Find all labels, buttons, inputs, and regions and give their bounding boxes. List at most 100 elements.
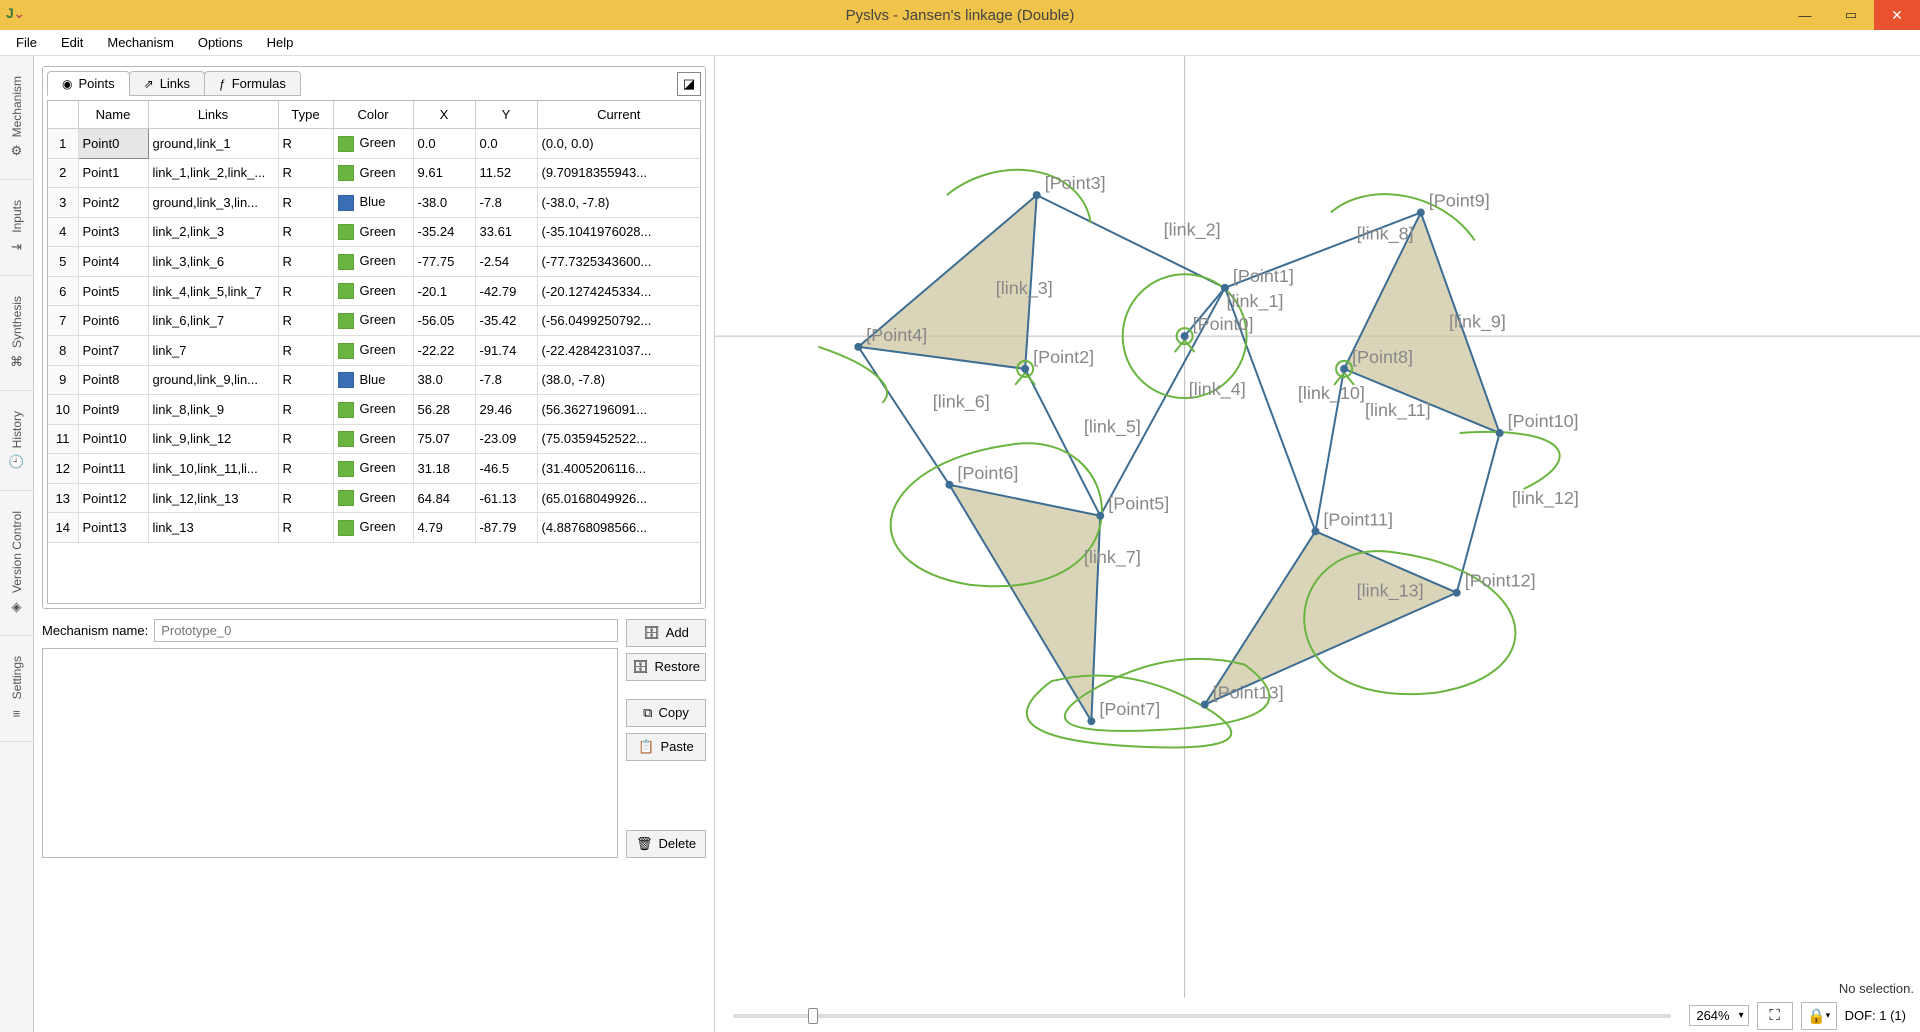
link-label: [link_6]: [933, 391, 990, 412]
formulas-icon: ƒ: [219, 77, 226, 91]
col-header[interactable]: Color: [333, 101, 413, 129]
menu-edit[interactable]: Edit: [51, 32, 93, 53]
mechanism-list[interactable]: [42, 648, 618, 858]
table-row[interactable]: 14Point13link_13RGreen4.79-87.79(4.88768…: [48, 513, 700, 543]
color-swatch: [338, 461, 354, 477]
color-swatch: [338, 136, 354, 152]
col-header[interactable]: Type: [278, 101, 333, 129]
point-label: [Point2]: [1033, 347, 1094, 367]
menu-file[interactable]: File: [6, 32, 47, 53]
table-row[interactable]: 10Point9link_8,link_9RGreen56.2829.46(56…: [48, 395, 700, 425]
points-table[interactable]: NameLinksTypeColorXYCurrent 1Point0groun…: [47, 100, 701, 604]
mechanism-store: Mechanism name: 🗄Add 🗄Restore ⧉Copy 📋Pas…: [42, 619, 706, 858]
point-label: [Point1]: [1233, 266, 1294, 286]
mechanism-canvas[interactable]: [Point0][Point1][Point2][Point3][Point4]…: [715, 56, 1920, 998]
menubar: FileEditMechanismOptionsHelp: [0, 30, 1920, 56]
fit-view-button[interactable]: ⛶: [1757, 1002, 1793, 1030]
link-label: [link_4]: [1189, 379, 1246, 400]
link-label: [link_3]: [996, 278, 1053, 299]
point-label: [Point3]: [1045, 173, 1106, 193]
table-row[interactable]: 2Point1link_1,link_2,link_...RGreen9.611…: [48, 158, 700, 188]
table-row[interactable]: 4Point3link_2,link_3RGreen-35.2433.61(-3…: [48, 217, 700, 247]
sidetab-settings[interactable]: Settings≡: [0, 636, 33, 741]
app-icon: J⌄: [6, 5, 26, 25]
lock-button[interactable]: 🔒▾: [1801, 1002, 1837, 1030]
close-button[interactable]: ✕: [1874, 0, 1920, 30]
minimize-button[interactable]: ―: [1782, 0, 1828, 30]
col-header[interactable]: Current: [537, 101, 700, 129]
tab-points[interactable]: ◉Points: [47, 71, 130, 96]
table-row[interactable]: 9Point8ground,link_9,lin...RBlue38.0-7.8…: [48, 365, 700, 395]
table-row[interactable]: 13Point12link_12,link_13RGreen64.84-61.1…: [48, 483, 700, 513]
color-swatch: [338, 431, 354, 447]
sidetab-inputs[interactable]: Inputs⇥: [0, 180, 33, 276]
points-icon: ◉: [62, 77, 72, 91]
table-row[interactable]: 7Point6link_6,link_7RGreen-56.05-35.42(-…: [48, 306, 700, 336]
point-label: [Point6]: [957, 463, 1018, 483]
collapse-button[interactable]: ◪: [677, 72, 701, 96]
link-label: [link_10]: [1298, 383, 1365, 404]
col-header[interactable]: X: [413, 101, 475, 129]
sidetab-history[interactable]: History🕘: [0, 391, 33, 491]
slider-thumb[interactable]: [808, 1008, 818, 1024]
col-header[interactable]: Links: [148, 101, 278, 129]
restore-button[interactable]: 🗄Restore: [626, 653, 706, 681]
color-swatch: [338, 343, 354, 359]
tab-formulas[interactable]: ƒFormulas: [204, 71, 301, 96]
history-icon: 🕘: [8, 454, 24, 470]
time-slider[interactable]: [733, 1014, 1671, 1018]
mechanism-name-input[interactable]: [154, 619, 618, 642]
menu-mechanism[interactable]: Mechanism: [97, 32, 183, 53]
mechanism-icon: ⚙: [11, 143, 23, 159]
chevron-down-icon: ▾: [1739, 1010, 1744, 1021]
table-row[interactable]: 6Point5link_4,link_5,link_7RGreen-20.1-4…: [48, 276, 700, 306]
link-label: [link_13]: [1357, 580, 1424, 601]
color-swatch: [338, 520, 354, 536]
point-label: [Point7]: [1099, 699, 1160, 719]
database-add-icon: 🗄: [643, 625, 660, 641]
canvas-area[interactable]: [Point0][Point1][Point2][Point3][Point4]…: [714, 56, 1920, 1032]
mechanism-name-label: Mechanism name:: [42, 623, 148, 638]
tab-links[interactable]: ⇗Links: [129, 71, 205, 96]
color-swatch: [338, 165, 354, 181]
points-panel: ◉Points⇗LinksƒFormulas◪ NameLinksTypeCol…: [42, 66, 706, 609]
sidetab-synthesis[interactable]: Synthesis⌘: [0, 276, 33, 391]
color-swatch: [338, 313, 354, 329]
trash-icon: 🗑: [636, 836, 653, 852]
col-header[interactable]: Name: [78, 101, 148, 129]
paste-icon: 📋: [638, 739, 654, 755]
menu-help[interactable]: Help: [257, 32, 304, 53]
sidetab-version-control[interactable]: Version Control◈: [0, 491, 33, 636]
color-swatch: [338, 195, 354, 211]
table-row[interactable]: 5Point4link_3,link_6RGreen-77.75-2.54(-7…: [48, 247, 700, 277]
menu-options[interactable]: Options: [188, 32, 253, 53]
table-row[interactable]: 1Point0ground,link_1RGreen0.00.0(0.0, 0.…: [48, 129, 700, 159]
point-label: [Point11]: [1323, 509, 1393, 529]
copy-button[interactable]: ⧉Copy: [626, 699, 706, 727]
link-label: [link_8]: [1357, 224, 1414, 245]
maximize-button[interactable]: ▭: [1828, 0, 1874, 30]
point-label: [Point5]: [1108, 494, 1169, 514]
sidetab-mechanism[interactable]: Mechanism⚙: [0, 56, 33, 180]
zoom-select[interactable]: 264%▾: [1689, 1005, 1748, 1026]
table-row[interactable]: 11Point10link_9,link_12RGreen75.07-23.09…: [48, 424, 700, 454]
table-row[interactable]: 8Point7link_7RGreen-22.22-91.74(-22.4284…: [48, 335, 700, 365]
delete-button[interactable]: 🗑Delete: [626, 830, 706, 858]
col-header[interactable]: Y: [475, 101, 537, 129]
link-label: [link_5]: [1084, 417, 1141, 438]
add-button[interactable]: 🗄Add: [626, 619, 706, 647]
side-tab-strip: Mechanism⚙Inputs⇥Synthesis⌘History🕘Versi…: [0, 56, 34, 1032]
color-swatch: [338, 490, 354, 506]
synthesis-icon: ⌘: [10, 354, 23, 370]
table-row[interactable]: 3Point2ground,link_3,lin...RBlue-38.0-7.…: [48, 188, 700, 218]
links-icon: ⇗: [144, 77, 154, 91]
selection-status: No selection.: [1839, 981, 1914, 996]
col-header[interactable]: [48, 101, 78, 129]
paste-button[interactable]: 📋Paste: [626, 733, 706, 761]
point-label: [Point12]: [1465, 571, 1536, 591]
point-label: [Point9]: [1429, 191, 1490, 211]
table-row[interactable]: 12Point11link_10,link_11,li...RGreen31.1…: [48, 454, 700, 484]
settings-icon: ≡: [13, 706, 21, 721]
inputs-icon: ⇥: [11, 239, 22, 255]
left-panel: ◉Points⇗LinksƒFormulas◪ NameLinksTypeCol…: [34, 56, 714, 1032]
